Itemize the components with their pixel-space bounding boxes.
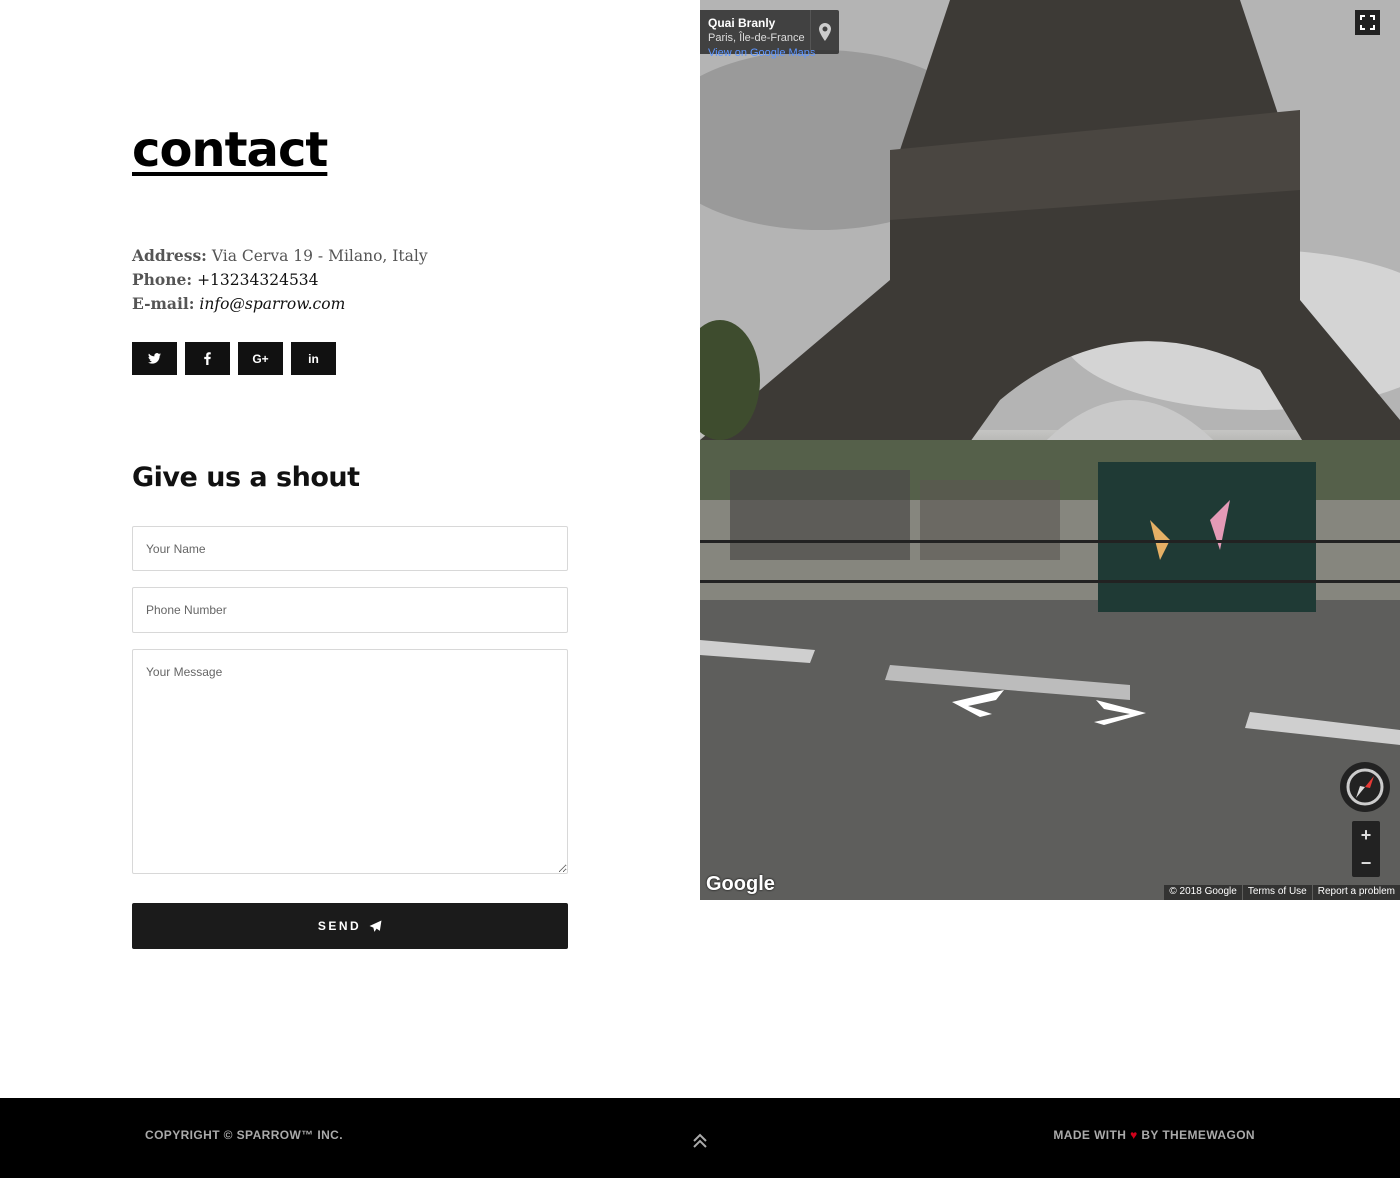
view-on-google-maps-link[interactable]: View on Google Maps	[708, 47, 815, 59]
linkedin-icon: in	[308, 351, 319, 366]
facebook-button[interactable]	[185, 342, 230, 375]
zoom-control: + −	[1352, 821, 1380, 877]
map-pin-button[interactable]	[810, 10, 839, 54]
send-button[interactable]: SEND	[132, 903, 568, 949]
themewagon-link[interactable]: BY THEMEWAGON	[1141, 1128, 1255, 1142]
zoom-in-button[interactable]: +	[1352, 821, 1380, 849]
phone-label: Phone:	[132, 270, 193, 289]
map-copyright: © 2018 Google	[1164, 885, 1242, 900]
compass-icon	[1346, 768, 1384, 806]
heart-icon: ♥	[1130, 1128, 1138, 1142]
twitter-button[interactable]	[132, 342, 177, 375]
scroll-to-top-button[interactable]	[690, 1132, 710, 1150]
footer-credit: MADE WITH ♥ BY THEMEWAGON	[1053, 1128, 1255, 1142]
compass-control[interactable]	[1340, 762, 1390, 812]
address-label: Address:	[132, 246, 207, 265]
google-plus-icon: G+	[252, 351, 269, 366]
linkedin-button[interactable]: in	[291, 342, 336, 375]
street-view-panel[interactable]: Quai Branly Paris, Île-de-France View on…	[700, 0, 1400, 900]
report-problem-link[interactable]: Report a problem	[1312, 885, 1400, 900]
phone-value: +13234324534	[197, 271, 319, 289]
email-line: E-mail: info@sparrow.com	[132, 292, 428, 316]
send-label: SEND	[317, 919, 362, 933]
address-line: Address: Via Cerva 19 - Milano, Italy	[132, 244, 428, 268]
footer: COPYRIGHT © SPARROW™ INC. MADE WITH ♥ BY…	[0, 1098, 1400, 1178]
paper-plane-icon	[369, 920, 382, 932]
phone-input[interactable]	[132, 587, 568, 633]
google-plus-button[interactable]: G+	[238, 342, 283, 375]
email-label: E-mail:	[132, 294, 195, 313]
fullscreen-button[interactable]	[1355, 10, 1380, 35]
place-subtitle: Paris, Île-de-France	[708, 32, 805, 44]
google-logo: Google	[706, 873, 775, 895]
fullscreen-icon	[1360, 15, 1375, 30]
name-input[interactable]	[132, 526, 568, 571]
footer-copyright: COPYRIGHT © SPARROW™ INC.	[145, 1128, 343, 1142]
message-textarea[interactable]	[132, 649, 568, 874]
facebook-icon	[204, 352, 211, 365]
street-view-image[interactable]	[700, 0, 1400, 900]
contact-heading: contact	[132, 122, 328, 178]
terms-of-use-link[interactable]: Terms of Use	[1242, 885, 1312, 900]
place-card[interactable]: Quai Branly Paris, Île-de-France View on…	[700, 10, 839, 59]
address-value: Via Cerva 19 - Milano, Italy	[211, 247, 428, 265]
place-title: Quai Branly	[708, 16, 776, 30]
social-buttons: G+ in	[132, 342, 336, 375]
made-with-text: MADE WITH	[1053, 1128, 1127, 1142]
contact-info: Address: Via Cerva 19 - Milano, Italy Ph…	[132, 244, 428, 316]
form-title: Give us a shout	[132, 462, 360, 493]
zoom-out-button[interactable]: −	[1352, 849, 1380, 877]
map-pin-icon	[819, 23, 831, 41]
email-value[interactable]: info@sparrow.com	[199, 295, 345, 313]
double-chevron-up-icon	[693, 1133, 707, 1148]
map-attribution: © 2018 Google Terms of Use Report a prob…	[1163, 885, 1400, 900]
twitter-icon	[148, 353, 161, 364]
phone-line: Phone: +13234324534	[132, 268, 428, 292]
